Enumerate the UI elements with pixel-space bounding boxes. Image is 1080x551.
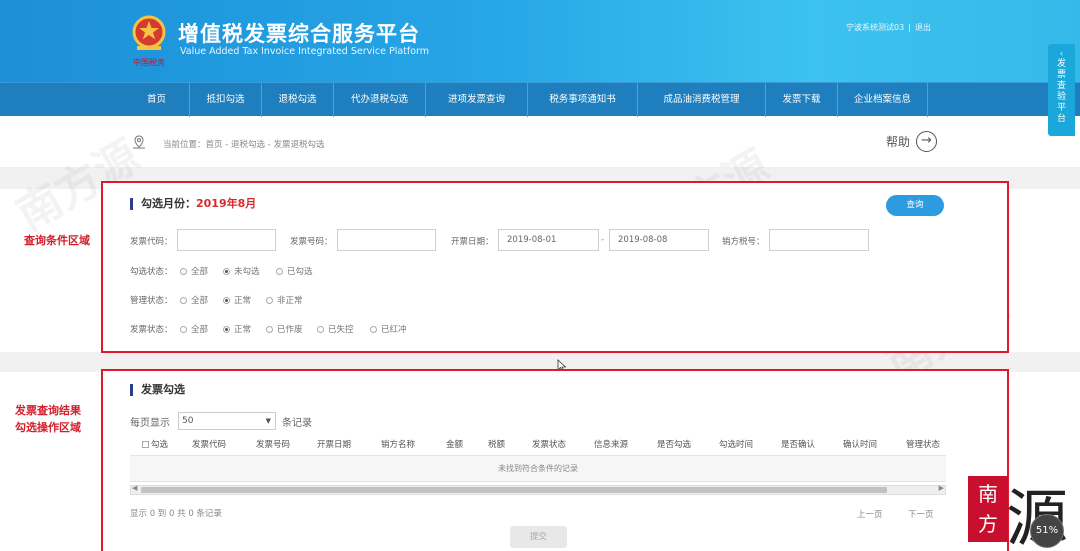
breadcrumb: 当前位置：首页 - 退税勾选 - 发票退税勾选 [163,140,325,150]
scroll-left-icon[interactable]: ◀ [132,484,137,492]
caret-down-icon: ▼ [265,417,271,425]
prev-page-link[interactable]: 上一页 [857,508,883,520]
check-status-all-radio[interactable]: 全部 [180,265,208,277]
location-icon [133,135,145,149]
date-range-dash: - [601,235,605,245]
radio-dot-icon [180,326,187,333]
radio-dot-selected-icon [223,326,230,333]
radio-dot-icon [266,326,273,333]
check-month-value: 2019年8月 [196,197,257,210]
records-summary: 显示 0 到 0 共 0 条记录 [130,509,222,519]
col-amount: 金额 [446,440,464,450]
nav-item-agent-refund[interactable]: 代办退税勾选 [334,83,426,117]
nav-item-input-query[interactable]: 进项发票查询 [426,83,528,117]
invoice-status-normal-radio[interactable]: 正常 [223,323,251,335]
col-is-checked: 是否勾选 [657,440,692,450]
manage-status-all-radio[interactable]: 全部 [180,294,208,306]
issue-date-from-input[interactable]: 2019-08-01 [498,229,599,251]
horizontal-scrollbar[interactable]: ◀ ▶ [130,484,946,495]
nav-item-oil-tax[interactable]: 成品油消费税管理 [638,83,766,117]
invoice-status-all-radio[interactable]: 全部 [180,323,208,335]
results-title: 发票勾选 [130,384,185,396]
invoice-number-input[interactable] [337,229,436,251]
invoice-code-input[interactable] [177,229,276,251]
col-invoice-code: 发票代码 [192,440,227,450]
col-issue-date: 开票日期 [317,440,352,450]
check-month-title: 勾选月份：2019年8月 [130,198,256,210]
check-status-unchecked-radio[interactable]: 未勾选 [223,265,260,277]
results-table-header: 勾选 发票代码 发票号码 开票日期 销方名称 金额 税额 发票状态 信息来源 是… [130,434,946,456]
invoice-number-label: 发票号码： [290,237,333,247]
issue-date-label: 开票日期： [451,237,494,247]
col-manage-status: 管理状态 [906,440,941,450]
per-page-label: 每页显示 [130,418,170,429]
col-tax-amount: 税额 [488,440,506,450]
radio-dot-selected-icon [223,297,230,304]
col-invoice-status: 发票状态 [532,440,567,450]
radio-dot-selected-icon [223,268,230,275]
radio-dot-icon [370,326,377,333]
invoice-status-lost-control-radio[interactable]: 已失控 [317,323,354,335]
next-page-link[interactable]: 下一页 [908,508,934,520]
radio-dot-icon [180,268,187,275]
col-invoice-number: 发票号码 [256,440,291,450]
logout-link[interactable]: 退出 [915,23,931,32]
invoice-status-red-offset-radio[interactable]: 已红冲 [370,323,407,335]
col-confirm-time: 确认时间 [843,440,878,450]
platform-subtitle: Value Added Tax Invoice Integrated Servi… [180,46,430,57]
invoice-status-label: 发票状态： [130,325,173,335]
user-name[interactable]: 宁波系统测试03 [846,23,904,32]
result-area-label-2: 勾选操作区域 [15,421,81,434]
nav-item-deduct-check[interactable]: 抵扣勾选 [190,83,262,117]
manage-status-label: 管理状态： [130,296,173,306]
scrollbar-thumb[interactable] [141,487,887,493]
manage-status-abnormal-radio[interactable]: 非正常 [266,294,303,306]
radio-dot-icon [266,297,273,304]
brand-seal: 南 方 [968,476,1008,542]
checkbox-icon[interactable] [142,441,149,448]
submit-button[interactable]: 提交 [510,526,567,548]
col-seller-name: 销方名称 [381,440,416,450]
per-page-select[interactable]: 50 ▼ [178,412,276,430]
empty-result-row: 未找到符合条件的记录 [130,456,946,482]
platform-title: 增值税发票综合服务平台 [178,22,420,46]
radio-dot-icon [180,297,187,304]
help-link[interactable]: 帮助 [886,133,910,150]
check-status-label: 勾选状态： [130,267,173,277]
check-status-checked-radio[interactable]: 已勾选 [276,265,313,277]
logo-text: 中国税务 [133,57,165,67]
arrow-right-circle-icon[interactable]: → [916,131,937,152]
nav-item-invoice-download[interactable]: 发票下载 [766,83,838,117]
issue-date-to-input[interactable]: 2019-08-08 [609,229,709,251]
header: 中国税务 增值税发票综合服务平台 Value Added Tax Invoice… [0,0,1080,82]
radio-dot-icon [276,268,283,275]
col-is-confirmed: 是否确认 [781,440,816,450]
side-tab-label: 发票查验平台 [1056,59,1066,124]
col-check-time: 勾选时间 [719,440,754,450]
query-area-label: 查询条件区域 [24,234,90,247]
per-page-suffix: 条记录 [282,418,312,429]
radio-dot-icon [317,326,324,333]
scroll-right-icon[interactable]: ▶ [939,484,944,492]
query-button[interactable]: 查询 [886,195,944,216]
nav-item-company-profile[interactable]: 企业档案信息 [838,83,928,117]
nav-item-home[interactable]: 首页 [124,83,190,117]
seller-tax-id-label: 销方税号： [722,237,765,247]
invoice-code-label: 发票代码： [130,237,173,247]
col-info-source: 信息来源 [594,440,629,450]
col-check[interactable]: 勾选 [142,434,168,456]
tax-emblem-logo: 中国税务 [132,15,166,67]
main-nav: 首页 抵扣勾选 退税勾选 代办退税勾选 进项发票查询 税务事项通知书 成品油消费… [0,82,1080,117]
nav-item-refund-check[interactable]: 退税勾选 [262,83,334,117]
video-progress-badge[interactable]: 51% [1030,514,1064,548]
manage-status-normal-radio[interactable]: 正常 [223,294,251,306]
invoice-status-voided-radio[interactable]: 已作废 [266,323,303,335]
nav-item-tax-notice[interactable]: 税务事项通知书 [528,83,638,117]
user-area: 宁波系统测试03 | 退出 [846,23,931,32]
seller-tax-id-input[interactable] [769,229,869,251]
invoice-verify-side-tab[interactable]: ‹ 发票查验平台 [1048,44,1075,136]
chevron-left-icon: ‹ [1059,49,1064,58]
result-area-label-1: 发票查询结果 [15,404,81,417]
